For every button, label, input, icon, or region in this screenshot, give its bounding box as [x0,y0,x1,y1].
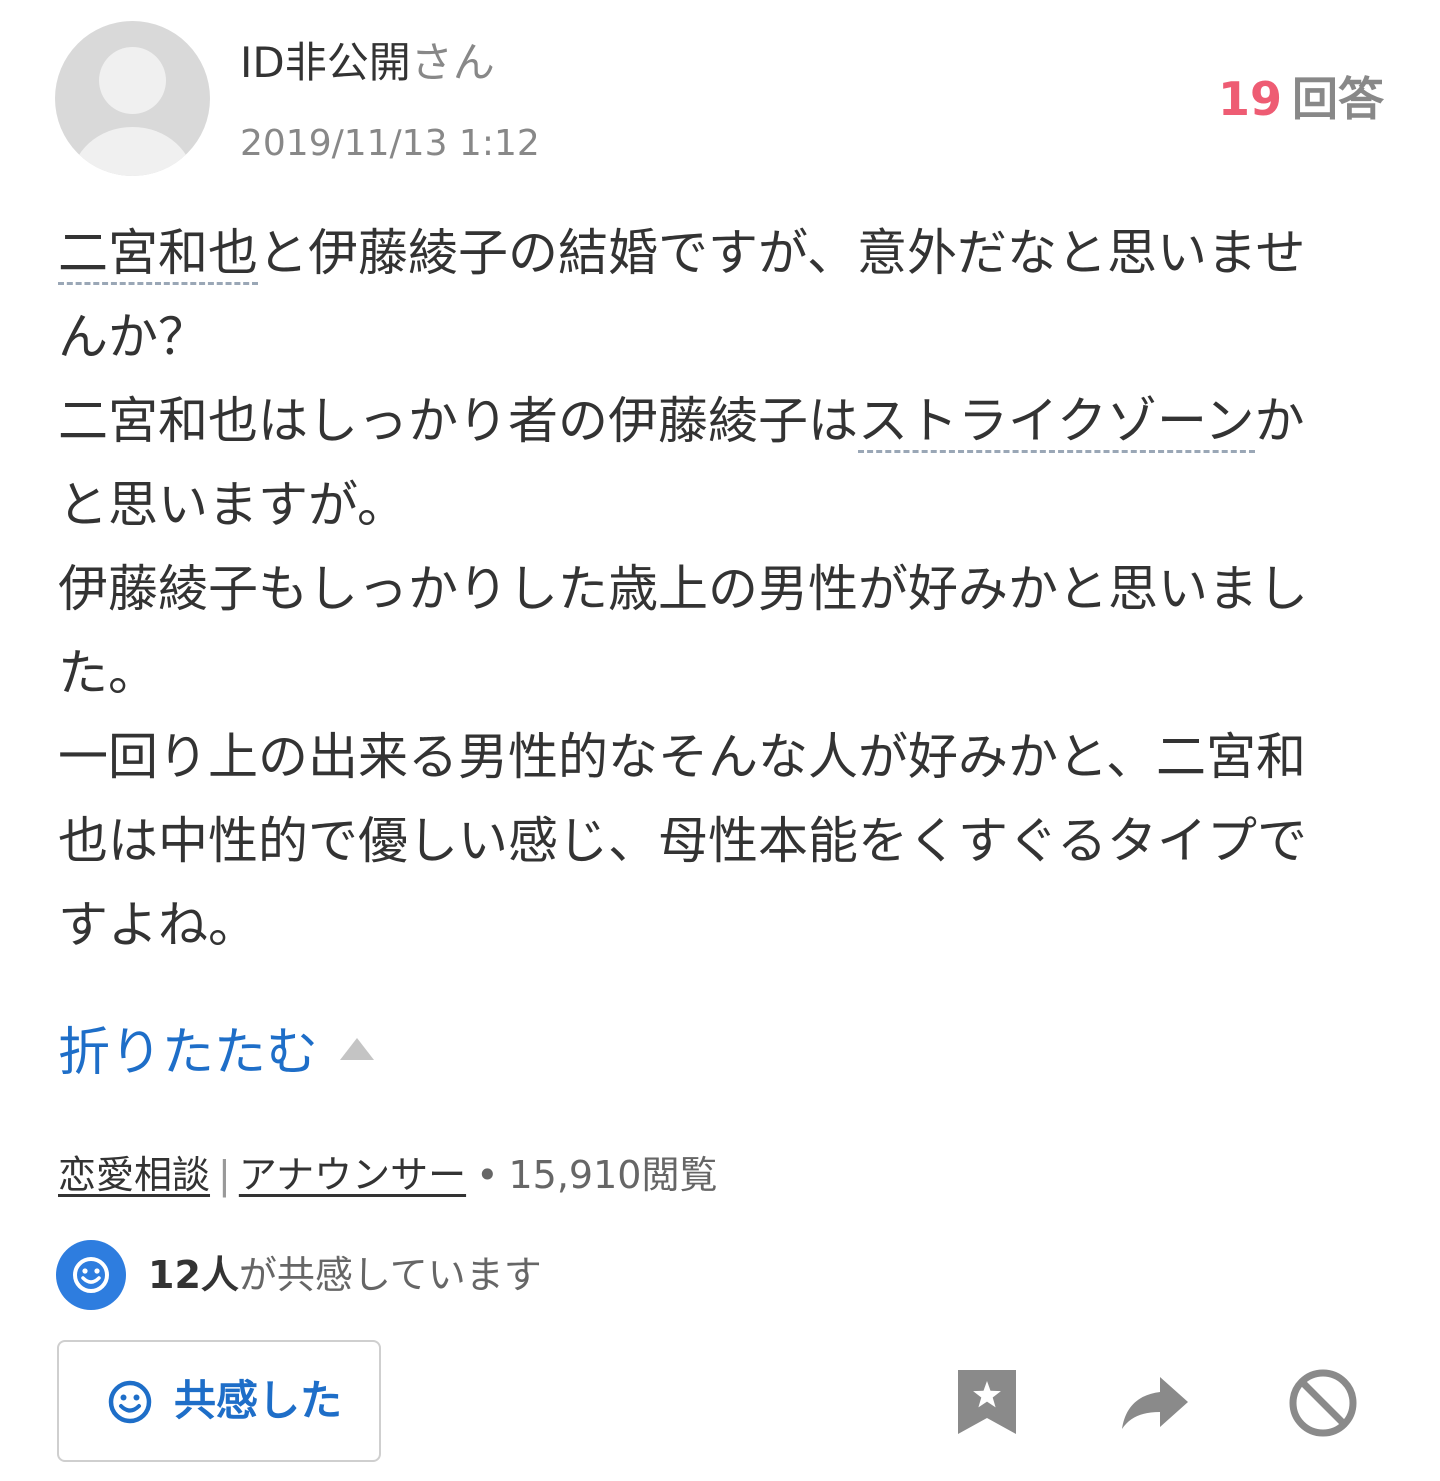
avatar-head [99,47,166,114]
smile-icon [108,1380,152,1424]
question-text: 二宮和也はしっかり者の伊藤綾子は [58,392,858,450]
meta-dot: • [476,1153,499,1197]
collapse-label: 折りたたむ [58,1023,319,1083]
category-link-announcer[interactable]: アナウンサー [239,1153,466,1197]
empathy-button-label: 共感した [174,1376,343,1425]
user-name: ID非公開さん [240,36,495,90]
question-paragraph: 二宮和也はしっかり者の伊藤綾子はストライクゾーンかと思いますが。 [58,379,1348,547]
view-count: 15,910閲覧 [508,1153,718,1197]
user-id: ID非公開 [240,38,411,87]
keyword-link[interactable]: ストライクゾーン [858,392,1255,453]
triangle-up-icon [340,1038,375,1060]
avatar-body [71,127,194,176]
question-body: 二宮和也と伊藤綾子の結婚ですが、意外だなと思いませんか？ 二宮和也はしっかり者の… [58,211,1348,967]
answer-count-label: 回答 [1292,72,1384,126]
bookmark-star-icon [958,1370,1016,1434]
question-paragraph: 伊藤綾子もしっかりした歳上の男性が好みかと思いました。 [58,560,1308,702]
question-paragraph: 二宮和也と伊藤綾子の結婚ですが、意外だなと思いませんか？ [58,211,1348,379]
report-button[interactable] [1288,1368,1358,1442]
answer-count[interactable]: 19 回答 [1218,70,1384,128]
empathy-count-text: 12人が共感しています [148,1248,542,1302]
user-suffix: さん [410,38,495,87]
bookmark-button[interactable] [956,1368,1018,1440]
share-arrow-icon [1122,1377,1188,1429]
empathy-count: 12人 [148,1253,239,1297]
avatar[interactable] [55,21,210,176]
answer-count-number: 19 [1217,72,1282,126]
smile-icon [56,1240,126,1310]
category-separator: | [218,1153,231,1197]
empathy-button[interactable]: 共感した [57,1340,381,1462]
question-paragraph: 一回り上の出来る男性的なそんな人が好みかと、二宮和也は中性的で優しい感じ、母性本… [58,728,1307,954]
share-button[interactable] [1120,1375,1190,1435]
category-link-romance[interactable]: 恋愛相談 [58,1153,210,1197]
collapse-toggle[interactable]: 折りたたむ [58,1018,375,1088]
block-icon [1289,1369,1357,1437]
keyword-link[interactable]: 二宮和也 [58,224,258,285]
post-timestamp: 2019/11/13 1:12 [240,123,540,164]
empathy-label: が共感しています [238,1253,542,1297]
question-meta: 恋愛相談 | アナウンサー • 15,910閲覧 [58,1148,717,1202]
